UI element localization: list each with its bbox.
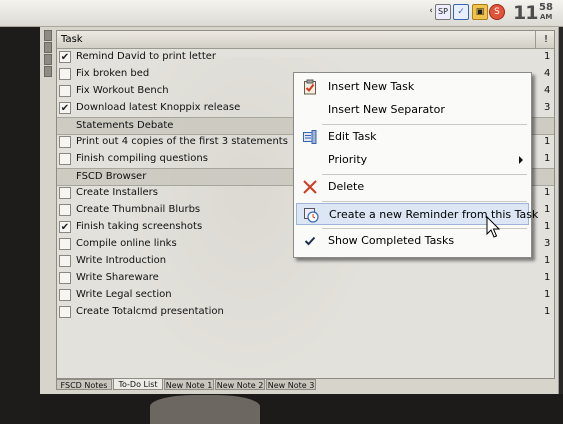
task-label: Finish compiling questions [76,153,208,164]
task-row[interactable]: Create Totalcmd presentation 1 [57,304,554,321]
task-checkbox[interactable] [59,255,71,267]
clock-ampm: AM [540,13,553,21]
note-tab[interactable]: To-Do List [113,378,163,390]
task-label: Create Totalcmd presentation [76,306,224,317]
task-label: Fix broken bed [76,68,150,79]
category-label: Statements Debate [76,120,174,131]
reminder-clock-icon [304,208,319,223]
task-label: Download latest Knoppix release [76,102,241,113]
task-priority: 4 [544,85,551,96]
task-priority: 3 [544,102,551,113]
dollar-icon[interactable]: S [489,4,505,20]
priority-column-header[interactable]: ! [544,34,548,45]
menu-item-edit-task[interactable]: Edit Task [296,126,529,148]
task-row[interactable]: Write Legal section 1 [57,287,554,304]
task-checkbox[interactable] [59,68,71,80]
task-priority: 4 [544,68,551,79]
task-checkbox[interactable] [59,238,71,250]
task-checkbox[interactable] [59,85,71,97]
menu-item-insert-new-task[interactable]: Insert New Task [296,76,529,98]
drag-grip-handle[interactable] [44,30,52,41]
task-checkbox[interactable] [59,204,71,216]
note-tab[interactable]: New Note 2 [215,379,265,390]
menu-item-priority[interactable]: Priority [296,149,529,171]
task-label: Write Introduction [76,255,167,266]
task-checkbox[interactable]: ✔ [59,51,71,63]
lock-icon[interactable]: ▣ [472,4,488,20]
wallpaper-photo [150,395,260,424]
task-priority: 1 [544,153,551,164]
task-priority: 1 [544,187,551,198]
task-priority: 1 [544,255,551,266]
menu-item-label: Delete [328,180,365,193]
clock-hour: 11 [513,2,538,24]
task-label: Write Legal section [76,289,172,300]
task-priority: 1 [544,306,551,317]
task-priority: 1 [544,272,551,283]
task-list-header[interactable]: Task ! [57,31,554,49]
task-checkbox[interactable] [59,289,71,301]
delete-x-icon [303,180,317,194]
task-checkbox[interactable]: ✔ [59,221,71,233]
task-priority: 1 [544,136,551,147]
menu-separator [322,201,527,202]
notes-app-icon[interactable]: ✓ [453,4,469,20]
desktop-background [0,27,40,424]
task-checkbox[interactable]: ✔ [59,102,71,114]
task-priority: 1 [544,204,551,215]
edit-task-icon [303,130,317,144]
task-checkbox[interactable] [59,272,71,284]
task-label: Finish taking screenshots [76,221,203,232]
task-label: Remind David to print letter [76,51,217,62]
note-tab[interactable]: New Note 1 [164,379,214,390]
note-tab[interactable]: FSCD Notes [56,379,112,390]
task-checkbox[interactable] [59,187,71,199]
task-label: Fix Workout Bench [76,85,169,96]
task-priority: 1 [544,221,551,232]
task-label: Print out 4 copies of the first 3 statem… [76,136,288,147]
task-priority: 3 [544,238,551,249]
task-label: Write Shareware [76,272,159,283]
menu-item-label: Edit Task [328,130,377,143]
task-checkbox[interactable] [59,153,71,165]
submenu-arrow-icon [519,156,523,164]
clock-minute: 58 [539,2,553,13]
drag-grip-handle[interactable] [44,54,52,65]
column-divider [535,31,536,48]
note-tab[interactable]: New Note 3 [266,379,316,390]
desktop-background-bottom [40,394,563,424]
task-checkbox[interactable] [59,306,71,318]
checkmark-icon [304,236,316,246]
menu-item-label: Insert New Task [328,80,415,93]
clipboard-check-icon [304,79,316,95]
task-column-header[interactable]: Task [61,34,83,45]
sp-icon[interactable]: SP [435,4,451,20]
task-row[interactable]: ✔ Remind David to print letter 1 [57,49,554,66]
category-label: FSCD Browser [76,171,147,182]
menu-separator [322,124,527,125]
task-row[interactable]: Write Shareware 1 [57,270,554,287]
task-priority: 1 [544,51,551,62]
menu-item-delete[interactable]: Delete [296,176,529,198]
menu-item-insert-new-separator[interactable]: Insert New Separator [296,99,529,121]
task-checkbox[interactable] [59,136,71,148]
task-priority: 1 [544,289,551,300]
task-label: Compile online links [76,238,177,249]
menu-item-label: Create a new Reminder from this Task [329,208,539,221]
task-label: Create Installers [76,187,158,198]
menu-item-label: Insert New Separator [328,103,445,116]
menu-item-label: Priority [328,153,368,166]
tray-expand-icon[interactable]: ‹ [428,4,434,20]
menu-separator [322,174,527,175]
task-label: Create Thumbnail Blurbs [76,204,201,215]
drag-grip-handle[interactable] [44,42,52,53]
mouse-pointer-icon [486,216,500,238]
drag-grip-handle[interactable] [44,66,52,77]
system-tray-bar: ‹ SP ✓ ▣ S 11 58 AM [0,0,563,27]
menu-item-label: Show Completed Tasks [328,234,455,247]
